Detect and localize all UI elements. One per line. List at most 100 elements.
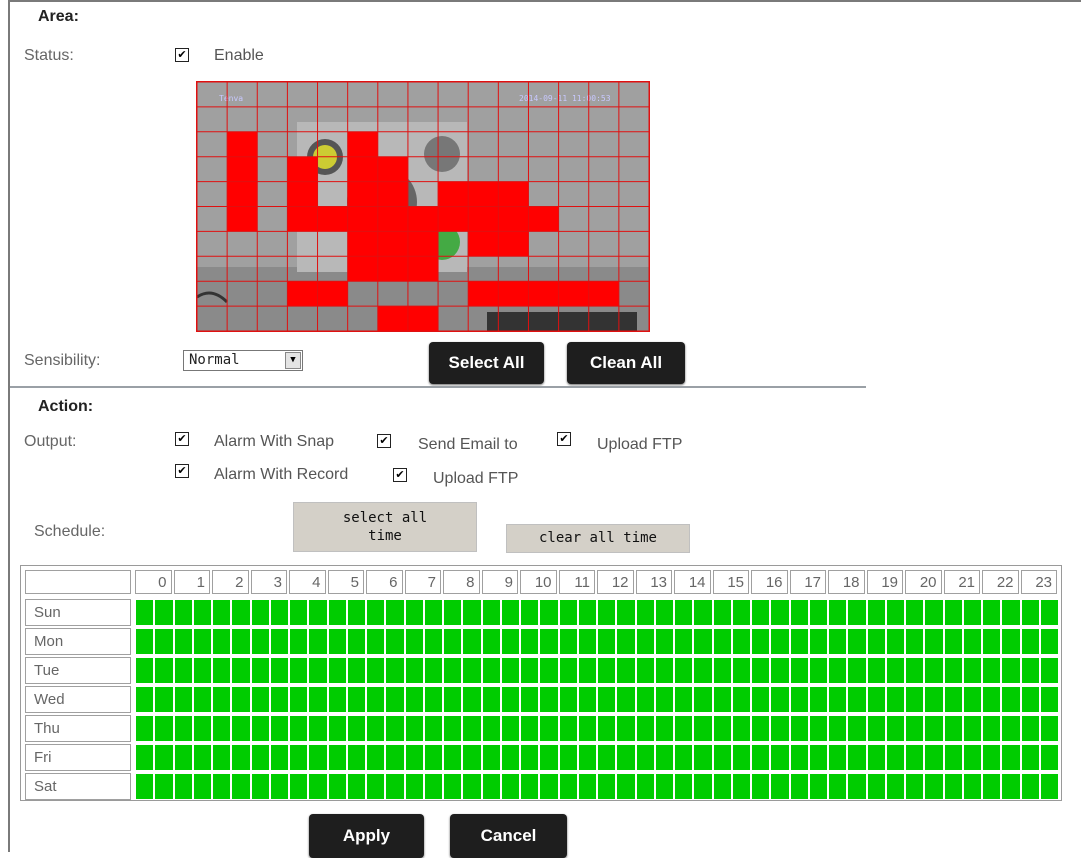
schedule-slot[interactable] bbox=[405, 629, 423, 654]
schedule-slot[interactable] bbox=[713, 629, 731, 654]
schedule-slot[interactable] bbox=[636, 600, 654, 625]
schedule-slot[interactable] bbox=[655, 774, 673, 799]
schedule-slot[interactable] bbox=[636, 629, 654, 654]
schedule-slot[interactable] bbox=[559, 745, 577, 770]
schedule-slot[interactable] bbox=[675, 716, 693, 741]
hour-header[interactable]: 14 bbox=[674, 570, 711, 594]
hour-header[interactable]: 19 bbox=[866, 570, 903, 594]
schedule-slot[interactable] bbox=[675, 658, 693, 683]
hour-header[interactable]: 1 bbox=[173, 570, 210, 594]
schedule-slot[interactable] bbox=[290, 745, 308, 770]
motion-cell-active[interactable] bbox=[468, 181, 499, 207]
schedule-slot[interactable] bbox=[328, 745, 346, 770]
schedule-slot[interactable] bbox=[617, 600, 635, 625]
motion-cell-active[interactable] bbox=[468, 231, 499, 257]
schedule-slot[interactable] bbox=[771, 774, 789, 799]
schedule-slot[interactable] bbox=[809, 629, 827, 654]
motion-cell-active[interactable] bbox=[377, 206, 408, 232]
schedule-slot[interactable] bbox=[1002, 658, 1020, 683]
schedule-slot[interactable] bbox=[963, 600, 981, 625]
schedule-slot[interactable] bbox=[617, 774, 635, 799]
motion-cell-active[interactable] bbox=[377, 231, 408, 257]
alarm-with-record-checkbox[interactable] bbox=[175, 464, 189, 478]
schedule-slot[interactable] bbox=[136, 600, 154, 625]
schedule-slot[interactable] bbox=[694, 600, 712, 625]
schedule-slot[interactable] bbox=[752, 687, 770, 712]
schedule-slot[interactable] bbox=[598, 745, 616, 770]
schedule-slot[interactable] bbox=[136, 745, 154, 770]
schedule-slot[interactable] bbox=[136, 774, 154, 799]
schedule-slot[interactable] bbox=[251, 600, 269, 625]
schedule-slot[interactable] bbox=[251, 658, 269, 683]
motion-cell-active[interactable] bbox=[347, 206, 378, 232]
hour-header[interactable]: 17 bbox=[789, 570, 826, 594]
schedule-slot[interactable] bbox=[347, 687, 365, 712]
schedule-slot[interactable] bbox=[809, 658, 827, 683]
schedule-slot[interactable] bbox=[617, 687, 635, 712]
motion-cell-active[interactable] bbox=[498, 181, 529, 207]
schedule-slot[interactable] bbox=[578, 774, 596, 799]
schedule-slot[interactable] bbox=[713, 658, 731, 683]
schedule-slot[interactable] bbox=[482, 716, 500, 741]
clean-all-button[interactable]: Clean All bbox=[567, 342, 685, 384]
motion-cell-active[interactable] bbox=[287, 181, 318, 207]
schedule-slot[interactable] bbox=[521, 658, 539, 683]
schedule-slot[interactable] bbox=[886, 774, 904, 799]
schedule-slot[interactable] bbox=[809, 774, 827, 799]
schedule-slot[interactable] bbox=[675, 745, 693, 770]
schedule-slot[interactable] bbox=[424, 600, 442, 625]
schedule-slot[interactable] bbox=[444, 629, 462, 654]
schedule-slot[interactable] bbox=[328, 600, 346, 625]
schedule-slot[interactable] bbox=[790, 687, 808, 712]
schedule-slot[interactable] bbox=[694, 658, 712, 683]
schedule-slot[interactable] bbox=[925, 745, 943, 770]
schedule-slot[interactable] bbox=[790, 745, 808, 770]
schedule-slot[interactable] bbox=[136, 629, 154, 654]
hour-header[interactable]: 18 bbox=[828, 570, 865, 594]
motion-cell-active[interactable] bbox=[498, 281, 529, 307]
schedule-slot[interactable] bbox=[444, 716, 462, 741]
schedule-slot[interactable] bbox=[848, 774, 866, 799]
schedule-slot[interactable] bbox=[906, 600, 924, 625]
schedule-slot[interactable] bbox=[694, 774, 712, 799]
motion-grid[interactable] bbox=[197, 82, 649, 331]
hour-header[interactable]: 3 bbox=[250, 570, 287, 594]
schedule-slot[interactable] bbox=[405, 658, 423, 683]
schedule-slot[interactable] bbox=[848, 716, 866, 741]
motion-cell-active[interactable] bbox=[317, 206, 348, 232]
schedule-slot[interactable] bbox=[559, 716, 577, 741]
schedule-slot[interactable] bbox=[367, 774, 385, 799]
schedule-slot[interactable] bbox=[617, 716, 635, 741]
schedule-slot[interactable] bbox=[155, 774, 173, 799]
schedule-slot[interactable] bbox=[174, 600, 192, 625]
schedule-slot[interactable] bbox=[424, 687, 442, 712]
schedule-slot[interactable] bbox=[213, 774, 231, 799]
schedule-slot[interactable] bbox=[752, 629, 770, 654]
schedule-slot[interactable] bbox=[136, 716, 154, 741]
schedule-slot[interactable] bbox=[501, 600, 519, 625]
schedule-slot[interactable] bbox=[1040, 600, 1058, 625]
motion-cell-active[interactable] bbox=[347, 256, 378, 282]
schedule-slot[interactable] bbox=[732, 774, 750, 799]
schedule-slot[interactable] bbox=[963, 745, 981, 770]
schedule-slot[interactable] bbox=[1021, 629, 1039, 654]
schedule-slot[interactable] bbox=[213, 716, 231, 741]
hour-header[interactable]: 13 bbox=[635, 570, 672, 594]
schedule-slot[interactable] bbox=[386, 745, 404, 770]
schedule-slot[interactable] bbox=[386, 687, 404, 712]
schedule-slot[interactable] bbox=[424, 745, 442, 770]
schedule-slot[interactable] bbox=[1002, 687, 1020, 712]
schedule-slot[interactable] bbox=[578, 687, 596, 712]
schedule-slot[interactable] bbox=[232, 658, 250, 683]
hour-header[interactable]: 22 bbox=[982, 570, 1019, 594]
schedule-slot[interactable] bbox=[270, 600, 288, 625]
schedule-slot[interactable] bbox=[540, 687, 558, 712]
schedule-slot[interactable] bbox=[848, 629, 866, 654]
day-header[interactable]: Sun bbox=[25, 599, 131, 626]
schedule-slot[interactable] bbox=[848, 745, 866, 770]
schedule-slot[interactable] bbox=[521, 745, 539, 770]
motion-cell-active[interactable] bbox=[347, 131, 378, 157]
schedule-slot[interactable] bbox=[347, 774, 365, 799]
schedule-slot[interactable] bbox=[655, 658, 673, 683]
schedule-slot[interactable] bbox=[328, 774, 346, 799]
